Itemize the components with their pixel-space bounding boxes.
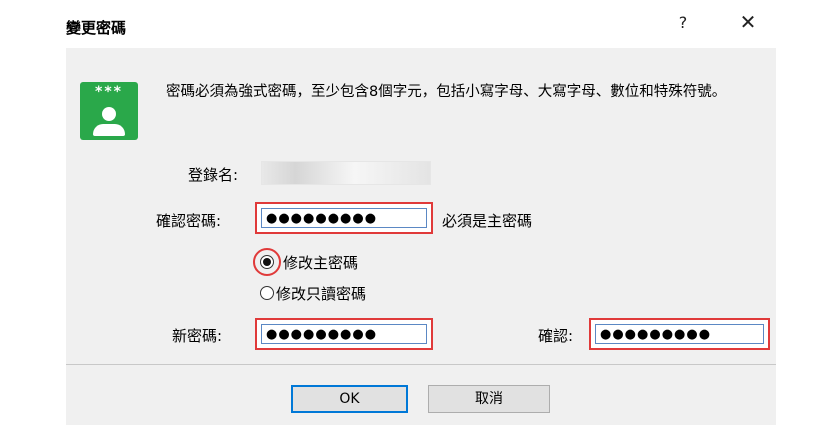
dialog-body: *** 密碼必須為強式密碼，至少包含8個字元，包括小寫字母、大寫字母、數位和特殊… <box>66 48 776 425</box>
confirm-new-label: 確認: <box>538 327 574 345</box>
confirm-password-value: ●●●●●●●●● <box>266 211 378 226</box>
user-head-shape <box>102 107 116 121</box>
new-password-value: ●●●●●●●●● <box>266 327 378 342</box>
confirm-password-input[interactable]: ●●●●●●●●● <box>261 208 427 228</box>
password-stars: *** <box>95 84 123 100</box>
master-password-note: 必須是主密碼 <box>442 212 533 230</box>
cancel-button[interactable]: 取消 <box>428 385 550 413</box>
login-name-field <box>261 161 431 185</box>
close-button[interactable]: ✕ <box>733 10 763 34</box>
button-divider <box>66 364 776 365</box>
radio-modify-readonly-label[interactable]: 修改只讀密碼 <box>276 283 366 304</box>
radio-modify-readonly[interactable] <box>260 286 274 300</box>
radio-modify-master-label[interactable]: 修改主密碼 <box>283 252 358 273</box>
radio-modify-master[interactable] <box>260 255 274 269</box>
password-requirements-text: 密碼必須為強式密碼，至少包含8個字元，包括小寫字母、大寫字母、數位和特殊符號。 <box>166 84 727 100</box>
confirm-new-password-value: ●●●●●●●●● <box>600 327 712 342</box>
password-user-icon: *** <box>80 82 138 140</box>
new-password-label: 新密碼: <box>172 327 223 345</box>
login-name-label: 登錄名: <box>188 166 239 184</box>
user-body-shape <box>93 124 125 136</box>
help-button[interactable]: ? <box>668 13 698 32</box>
confirm-new-password-input[interactable]: ●●●●●●●●● <box>595 324 764 344</box>
dialog-title: 變更密碼 <box>66 19 127 37</box>
confirm-password-highlight: ●●●●●●●●● <box>255 202 433 234</box>
new-password-input[interactable]: ●●●●●●●●● <box>261 324 427 344</box>
confirm-password-label: 確認密碼: <box>156 212 222 230</box>
new-password-highlight: ●●●●●●●●● <box>255 318 433 350</box>
confirm-new-highlight: ●●●●●●●●● <box>589 318 770 350</box>
title-bar: 變更密碼 ? ✕ <box>0 0 840 48</box>
ok-button[interactable]: OK <box>291 385 408 413</box>
